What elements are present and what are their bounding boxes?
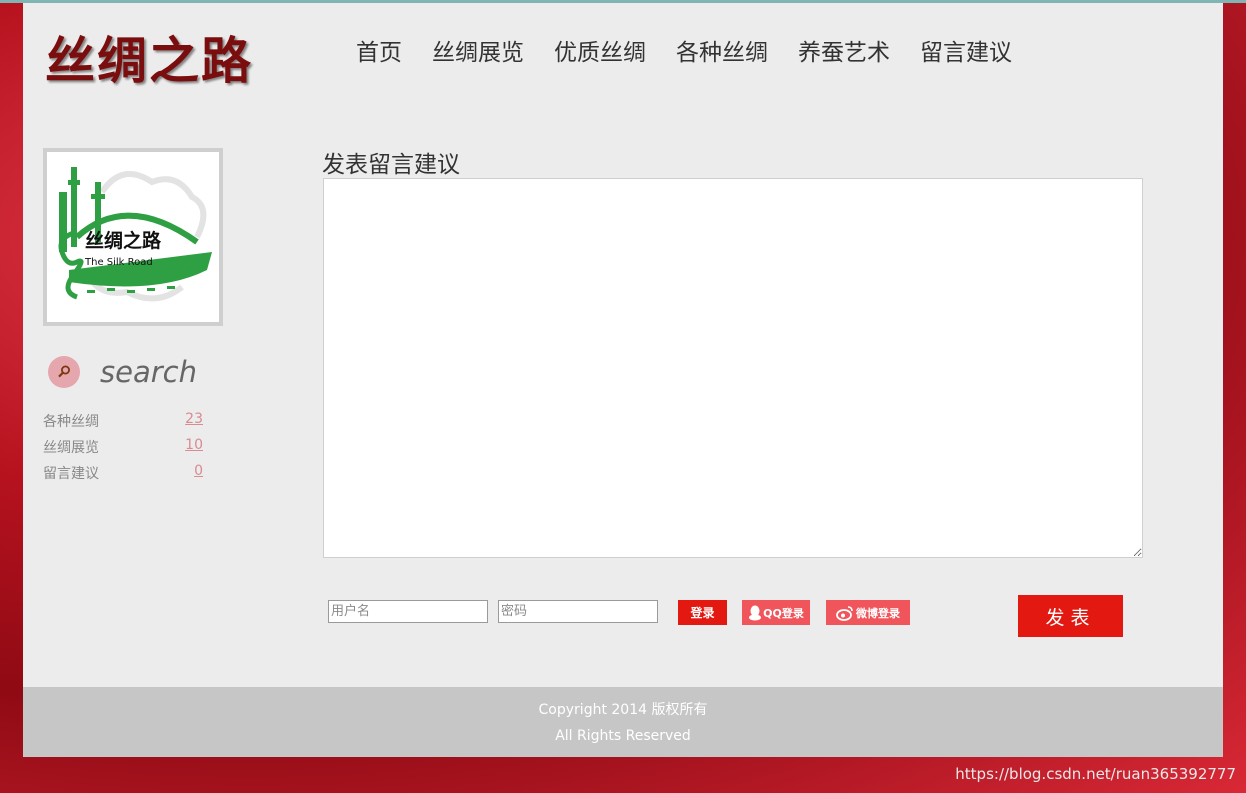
category-name: 留言建议: [43, 466, 99, 482]
category-count-link[interactable]: 10: [185, 437, 203, 463]
page-container: 丝绸之路 首页 丝绸展览 优质丝绸 各种丝绸 养蚕艺术 留言建议 丝绸之路 Th…: [23, 3, 1223, 757]
nav-silk-exhibition[interactable]: 丝绸展览: [432, 33, 524, 67]
search-row: search: [48, 355, 197, 389]
watermark-url: https://blog.csdn.net/ruan365392777: [955, 765, 1236, 783]
search-label: search: [100, 355, 197, 389]
qq-login-button[interactable]: QQ登录: [742, 600, 810, 625]
category-list: 各种丝绸 23 丝绸展览 10 留言建议 0: [43, 411, 203, 489]
category-count-link[interactable]: 0: [194, 463, 203, 489]
weibo-login-label: 微博登录: [856, 606, 900, 620]
silk-road-logo-image: 丝绸之路 The Silk Road: [43, 148, 223, 326]
logo-subtitle-text: The Silk Road: [84, 257, 153, 268]
nav-quality-silk[interactable]: 优质丝绸: [554, 33, 646, 67]
username-input[interactable]: [328, 600, 488, 623]
nav-guestbook[interactable]: 留言建议: [920, 33, 1012, 67]
category-item: 各种丝绸 23: [43, 411, 203, 437]
login-button[interactable]: 登录: [678, 600, 727, 625]
password-input[interactable]: [498, 600, 658, 623]
category-count-link[interactable]: 23: [185, 411, 203, 437]
form-title: 发表留言建议: [322, 152, 460, 178]
qq-login-label: QQ登录: [763, 606, 804, 620]
category-name: 各种丝绸: [43, 414, 99, 430]
nav-sericulture-art[interactable]: 养蚕艺术: [798, 33, 890, 67]
category-item: 留言建议 0: [43, 463, 203, 489]
category-item: 丝绸展览 10: [43, 437, 203, 463]
footer: Copyright 2014 版权所有 All Rights Reserved: [23, 687, 1223, 757]
logo-title-text: 丝绸之路: [85, 229, 162, 252]
nav-various-silk[interactable]: 各种丝绸: [676, 33, 768, 67]
main-nav: 首页 丝绸展览 优质丝绸 各种丝绸 养蚕艺术 留言建议: [356, 33, 1042, 67]
weibo-icon: [836, 605, 853, 621]
footer-copyright: Copyright 2014 版权所有: [538, 702, 708, 718]
search-icon: [58, 365, 70, 378]
site-logo[interactable]: 丝绸之路: [45, 21, 253, 93]
qq-penguin-icon: [749, 605, 762, 620]
search-button[interactable]: [48, 356, 80, 388]
footer-rights: All Rights Reserved: [555, 728, 691, 744]
category-name: 丝绸展览: [43, 440, 99, 456]
submit-button[interactable]: 发表: [1018, 595, 1123, 637]
weibo-login-button[interactable]: 微博登录: [826, 600, 910, 625]
nav-home[interactable]: 首页: [356, 33, 402, 67]
message-textarea[interactable]: [323, 178, 1143, 558]
